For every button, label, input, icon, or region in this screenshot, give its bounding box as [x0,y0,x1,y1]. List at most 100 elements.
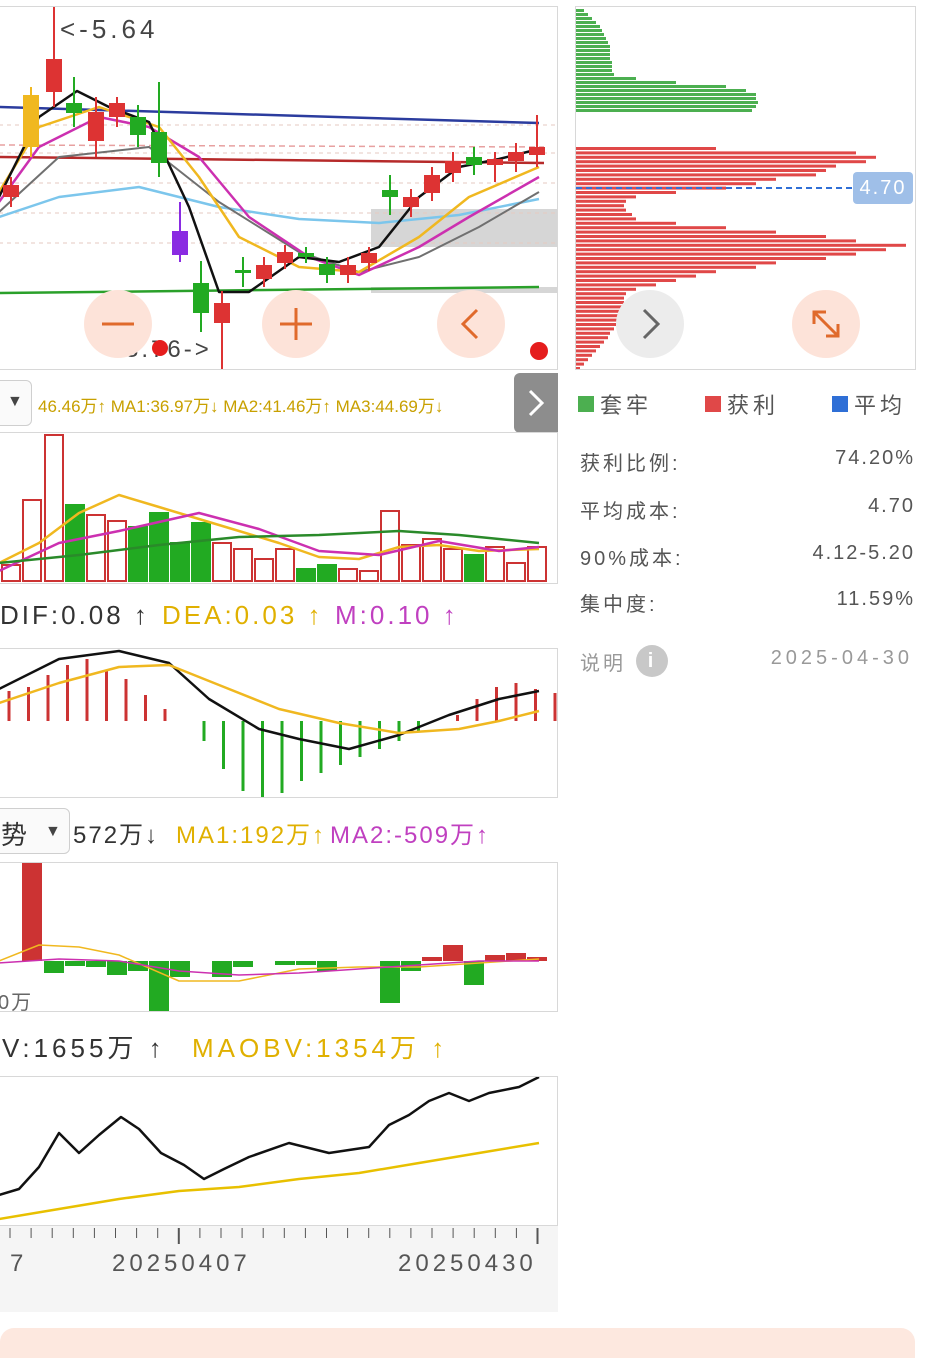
chip-bar-profit [576,318,620,322]
volume-chart [0,434,547,582]
chip-bar-profit [576,353,592,357]
chip-bar-profit [576,226,726,230]
stat-value: 11.59% [836,588,915,610]
chip-bar-trapped [576,93,756,96]
chip-bar-profit [576,213,632,216]
legend-trapped-label: 套牢 [600,393,653,418]
volume-indicator-dropdown[interactable]: ▼ [0,380,32,426]
info-icon[interactable]: i [636,645,668,677]
zoom-in-button[interactable] [262,290,330,358]
candle-body [529,147,545,155]
legend-profit: 获利 [705,388,779,420]
chip-bar-profit [576,305,626,309]
chip-bar-trapped [576,61,612,64]
stat-value: 4.70 [868,495,915,517]
candle-body [403,197,419,207]
chip-bar-profit [576,147,716,150]
chip-bar-profit [576,362,584,366]
chip-bar-profit [576,283,656,287]
flow-value: 572万↓ [73,822,160,849]
chip-bar-profit [576,314,622,318]
candle-body [298,253,314,257]
flow-axis-label: 0万 [0,992,34,1014]
chip-bar-trapped [576,77,636,80]
chip-bar-profit [576,204,624,208]
expand-button[interactable] [792,290,860,358]
volume-bar [128,526,148,582]
stat-value: 4.12-5.20 [812,542,915,564]
back-button[interactable] [437,290,505,358]
candle-body [88,112,104,141]
candle-body [193,283,209,313]
avg-price-tag: 4.70 [853,172,913,204]
volume-bar [296,568,316,582]
candle-body [508,152,524,161]
flow-bar [233,961,253,967]
date-label-end: 20250430 [398,1250,537,1277]
chip-bar-profit [576,358,588,362]
volume-bar [275,548,295,582]
volume-bar [170,542,190,582]
trend-line-dash [0,144,545,148]
chip-bar-profit [576,248,886,252]
chip-bar-profit [576,191,676,194]
expand-side-button[interactable] [514,373,558,433]
flow-chart-panel[interactable] [0,862,558,1012]
maobv-line [0,1141,540,1221]
chip-bar-profit [576,217,636,221]
macd-dea-line [0,663,540,735]
macd-chart-panel[interactable] [0,648,558,798]
chip-bar-trapped [576,69,612,72]
caret-down-icon: ▼ [7,393,23,410]
note-link[interactable]: 说明 i [580,645,668,677]
candle-body [46,59,62,92]
volume-bar [527,546,547,582]
stat-average-cost: 平均成本: 4.70 [580,495,915,524]
zoom-out-button[interactable] [84,290,152,358]
chip-bar-profit [576,323,616,326]
chip-bar-trapped [576,101,758,104]
flow-bar [22,863,42,961]
chip-bar-trapped [576,13,588,16]
stat-label: 平均成本: [580,501,681,523]
bottom-action-bar[interactable] [0,1328,915,1358]
stat-profit-ratio: 获利比例: 74.20% [580,447,915,476]
chevron-left-icon [460,308,479,340]
chip-bar-trapped [576,65,612,68]
chip-bar-profit [576,331,610,335]
obv-line [0,1077,540,1197]
volume-bar [233,548,253,582]
chip-bar-trapped [576,25,600,28]
flow-bar [296,961,316,965]
volume-chart-panel[interactable] [0,432,558,584]
macd-dif-line [0,649,540,751]
volume-bar [254,558,274,582]
forward-button[interactable] [616,290,684,358]
chip-bar-trapped [576,49,610,52]
obv-chart-panel[interactable] [0,1076,558,1226]
note-label: 说明 [580,652,626,675]
candle-body [214,303,230,323]
chip-bar-profit [576,155,876,159]
chip-bar-profit [576,296,624,300]
candle-body [3,185,19,197]
obv-chart [0,1077,540,1221]
chip-bar-profit [576,261,776,265]
volume-bar [86,514,106,582]
candle-body [235,270,251,273]
chip-bar-profit [576,287,636,291]
volume-bar [22,499,42,582]
stat-90-cost: 90%成本: 4.12-5.20 [580,542,915,571]
macd-m: M:0.10 ↑ [335,600,459,630]
obv-value: V:1655万 ↑ [2,1033,166,1063]
candle-body [445,161,461,173]
flow-indicator-dropdown[interactable]: 势 ▼ [0,808,70,854]
chip-bar-trapped [576,89,746,92]
volume-header: 46.46万↑ MA1:36.97万↓ MA2:41.46万↑ MA3:44.6… [38,397,444,416]
chip-bar-profit [576,230,776,234]
legend-trapped: 套牢 [578,388,652,420]
chip-bar-trapped [576,109,752,112]
candle-body [66,103,82,113]
chip-bar-trapped [576,73,614,76]
obv-ma: MAOBV:1354万 ↑ [192,1033,449,1063]
